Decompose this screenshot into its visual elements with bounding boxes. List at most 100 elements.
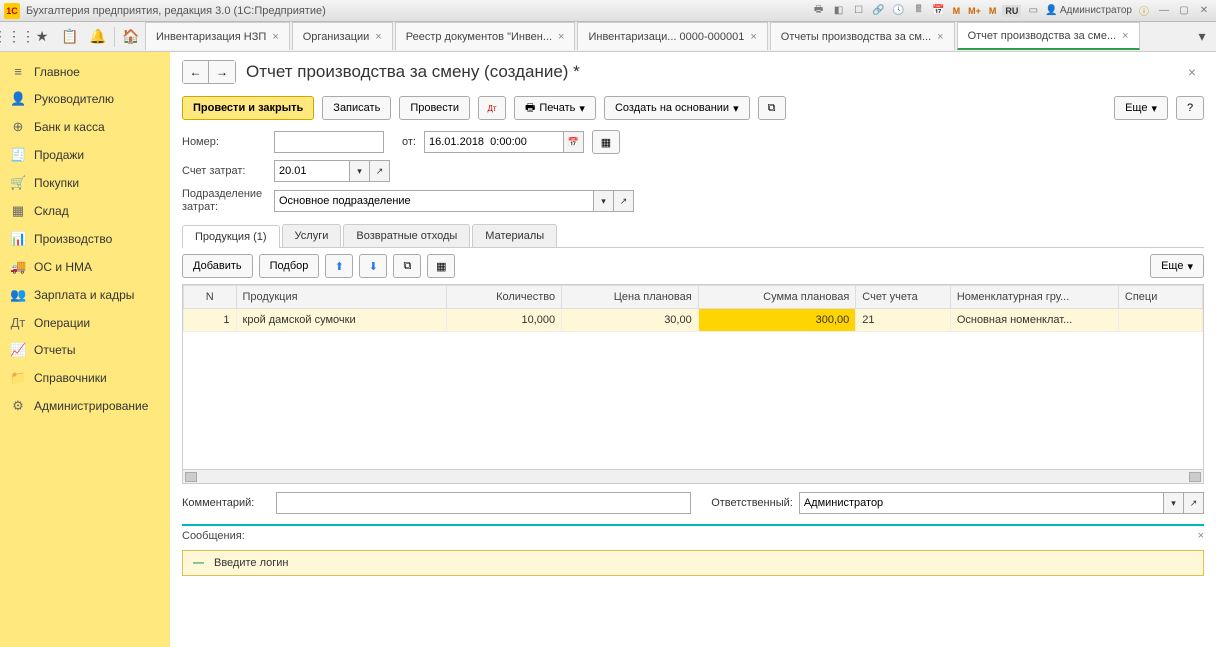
star-icon[interactable]: ★ — [28, 23, 56, 51]
add-row-button[interactable]: Добавить — [182, 254, 253, 278]
tool-icon-1[interactable]: ◧ — [831, 3, 847, 19]
table-row[interactable]: 1крой дамской сумочки10,00030,00300,0021… — [184, 309, 1203, 332]
doc-tab[interactable]: Продукция (1) — [182, 225, 280, 248]
tabs-dropdown-icon[interactable]: ▾ — [1188, 23, 1216, 51]
message-item[interactable]: —Введите логин — [182, 550, 1204, 576]
sidebar-item[interactable]: ДтОперации — [0, 309, 170, 336]
sidebar-item[interactable]: 🛒Покупки — [0, 169, 170, 197]
date-extra-icon[interactable]: ▦ — [592, 130, 620, 154]
account-input[interactable] — [274, 160, 350, 182]
column-header[interactable]: Цена плановая — [562, 286, 699, 309]
close-page-icon[interactable]: × — [1180, 64, 1204, 80]
column-header[interactable]: Сумма плановая — [698, 286, 856, 309]
create-based-button[interactable]: Создать на основании ▾ — [604, 96, 750, 120]
user-menu[interactable]: 👤 Администратор — [1045, 5, 1132, 16]
move-down-icon[interactable]: ⬇ — [359, 254, 387, 278]
tab-close-icon[interactable]: × — [558, 31, 564, 43]
print-button[interactable]: 🖶 Печать ▾ — [514, 96, 596, 120]
comment-input[interactable] — [276, 492, 691, 514]
tab[interactable]: Инвентаризаци... 0000-000001× — [577, 22, 767, 50]
cell-price[interactable]: 30,00 — [562, 309, 699, 332]
calc-icon[interactable]: 🖩 — [911, 3, 927, 19]
column-header[interactable]: Специ — [1118, 286, 1202, 309]
responsible-dropdown-icon[interactable]: ▾ — [1164, 492, 1184, 514]
column-header[interactable]: N — [184, 286, 237, 309]
move-up-icon[interactable]: ⬆ — [325, 254, 353, 278]
m-plus-badge[interactable]: M+ — [966, 5, 983, 17]
sidebar-item[interactable]: 👥Зарплата и кадры — [0, 281, 170, 309]
cell-spec[interactable] — [1118, 309, 1202, 332]
doc-tab[interactable]: Услуги — [282, 224, 342, 247]
number-input[interactable] — [274, 131, 384, 153]
cell-account[interactable]: 21 — [856, 309, 951, 332]
calendar-icon[interactable]: 📅 — [931, 3, 947, 19]
paste-icon[interactable]: ▦ — [427, 254, 455, 278]
tab-close-icon[interactable]: × — [937, 31, 943, 43]
info-icon[interactable]: ⓘ — [1136, 3, 1152, 19]
help-button[interactable]: ? — [1176, 96, 1204, 120]
forward-button[interactable]: → — [209, 61, 235, 83]
tab-close-icon[interactable]: × — [1122, 30, 1128, 42]
dept-dropdown-icon[interactable]: ▾ — [594, 190, 614, 212]
account-dropdown-icon[interactable]: ▾ — [350, 160, 370, 182]
calendar-picker-icon[interactable]: 📅 — [564, 131, 584, 153]
tab[interactable]: Отчеты производства за см...× — [770, 22, 955, 50]
tab-close-icon[interactable]: × — [272, 31, 278, 43]
horizontal-scrollbar[interactable] — [183, 469, 1203, 483]
account-open-icon[interactable]: ↗ — [370, 160, 390, 182]
sidebar-item[interactable]: 📊Производство — [0, 225, 170, 253]
responsible-open-icon[interactable]: ↗ — [1184, 492, 1204, 514]
sidebar-item[interactable]: ⚙Администрирование — [0, 392, 170, 420]
tab-close-icon[interactable]: × — [375, 31, 381, 43]
sidebar-item[interactable]: ≡Главное — [0, 58, 170, 85]
cell-product[interactable]: крой дамской сумочки — [236, 309, 446, 332]
tab[interactable]: Отчет производства за сме...× — [957, 22, 1140, 50]
doc-tab[interactable]: Материалы — [472, 224, 557, 247]
tab-close-icon[interactable]: × — [750, 31, 756, 43]
copy-icon[interactable]: ⧉ — [393, 254, 421, 278]
cell-sum[interactable]: 300,00 — [698, 309, 856, 332]
m-badge-2[interactable]: M — [987, 5, 999, 17]
sidebar-item[interactable]: 🚚ОС и НМА — [0, 253, 170, 281]
dept-input[interactable] — [274, 190, 594, 212]
column-header[interactable]: Количество — [446, 286, 562, 309]
responsible-input[interactable] — [799, 492, 1164, 514]
sidebar-item[interactable]: ▦Склад — [0, 197, 170, 225]
tool-icon-2[interactable]: ☐ — [851, 3, 867, 19]
column-header[interactable]: Продукция — [236, 286, 446, 309]
bell-icon[interactable]: 🔔 — [84, 23, 112, 51]
date-input[interactable] — [424, 131, 564, 153]
messages-close-icon[interactable]: × — [1198, 530, 1204, 542]
cell-qty[interactable]: 10,000 — [446, 309, 562, 332]
minimize-icon[interactable]: — — [1156, 3, 1172, 19]
save-button[interactable]: Записать — [322, 96, 391, 120]
tab[interactable]: Инвентаризация НЗП× — [145, 22, 290, 50]
column-header[interactable]: Счет учета — [856, 286, 951, 309]
sidebar-item[interactable]: 🧾Продажи — [0, 141, 170, 169]
post-button[interactable]: Провести — [399, 96, 470, 120]
column-header[interactable]: Номенклатурная гру... — [950, 286, 1118, 309]
home-icon[interactable]: 🏠 — [117, 23, 145, 51]
select-button[interactable]: Подбор — [259, 254, 320, 278]
tab[interactable]: Реестр документов "Инвен...× — [395, 22, 576, 50]
link-icon[interactable]: 🔗 — [871, 3, 887, 19]
dtkt-icon[interactable]: Дт — [478, 96, 506, 120]
doc-tab[interactable]: Возвратные отходы — [343, 224, 470, 247]
sidebar-item[interactable]: 📈Отчеты — [0, 336, 170, 364]
apps-icon[interactable]: ⋮⋮⋮ — [0, 23, 28, 51]
window-icon[interactable]: ▭ — [1025, 3, 1041, 19]
table-more-button[interactable]: Еще ▾ — [1150, 254, 1204, 278]
sidebar-item[interactable]: 👤Руководителю — [0, 85, 170, 113]
more-button[interactable]: Еще ▾ — [1114, 96, 1168, 120]
sidebar-item[interactable]: ⊕Банк и касса — [0, 113, 170, 141]
back-button[interactable]: ← — [183, 61, 209, 83]
m-badge[interactable]: M — [951, 5, 963, 17]
post-close-button[interactable]: Провести и закрыть — [182, 96, 314, 120]
structure-icon[interactable]: ⧉ — [758, 96, 786, 120]
print-icon[interactable]: 🖶 — [811, 3, 827, 19]
close-window-icon[interactable]: ✕ — [1196, 3, 1212, 19]
clock-icon[interactable]: 🕓 — [891, 3, 907, 19]
tab[interactable]: Организации× — [292, 22, 393, 50]
dept-open-icon[interactable]: ↗ — [614, 190, 634, 212]
maximize-icon[interactable]: ▢ — [1176, 3, 1192, 19]
